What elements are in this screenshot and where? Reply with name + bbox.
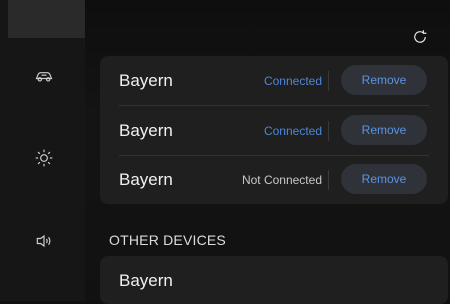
car-icon[interactable]	[34, 66, 54, 86]
device-row[interactable]: Bayern Connected Remove	[100, 106, 448, 155]
connection-status: Connected	[263, 123, 322, 138]
connection-status: Connected	[263, 73, 322, 88]
device-name[interactable]: Bayern	[119, 271, 173, 291]
remove-button[interactable]: Remove	[341, 164, 427, 194]
other-devices-card: Bayern	[100, 256, 448, 304]
refresh-icon[interactable]	[410, 27, 430, 47]
sidebar	[0, 0, 85, 301]
device-row[interactable]: Bayern Connected Remove	[100, 56, 448, 105]
connection-status: Not Connected	[241, 172, 322, 187]
device-name: Bayern	[119, 169, 173, 189]
device-name: Bayern	[119, 70, 173, 90]
sidebar-selected-tab[interactable]	[8, 0, 85, 38]
brightness-icon[interactable]	[34, 148, 54, 168]
volume-icon[interactable]	[34, 231, 54, 251]
device-name: Bayern	[119, 120, 173, 140]
paired-devices-card: Bayern Connected Remove Bayern Connected…	[100, 56, 448, 204]
divider	[328, 71, 329, 91]
remove-button[interactable]: Remove	[341, 65, 427, 95]
bluetooth-settings-screen: Bayern Connected Remove Bayern Connected…	[0, 0, 450, 304]
other-devices-title: OTHER DEVICES	[109, 232, 226, 248]
divider	[328, 170, 329, 190]
device-row[interactable]: Bayern Not Connected Remove	[100, 155, 448, 204]
divider	[328, 121, 329, 141]
remove-button[interactable]: Remove	[341, 115, 427, 145]
